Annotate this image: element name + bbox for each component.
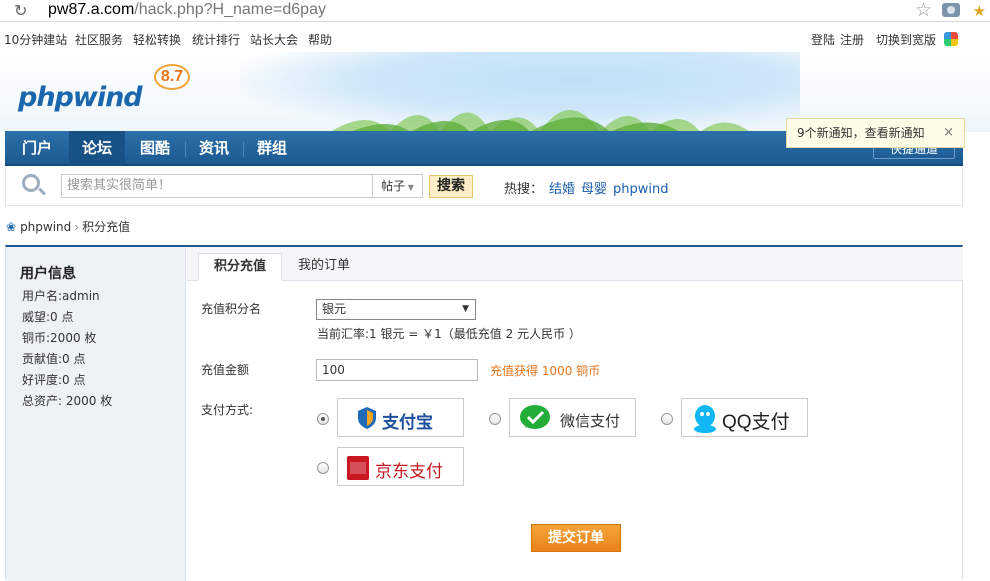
toplink-convert[interactable]: 轻松转换 — [133, 31, 181, 48]
sidebar-title: 用户信息 — [20, 266, 76, 282]
submit-order-button[interactable]: 提交订单 — [531, 524, 621, 552]
toplink-stats[interactable]: 统计排行 — [192, 31, 240, 48]
hot-search-label: 热搜： — [504, 182, 544, 197]
amount-input[interactable]: 100 — [316, 359, 478, 381]
search-input[interactable]: 搜索其实很简单！ — [61, 174, 373, 198]
reload-icon[interactable]: ↻ — [14, 1, 27, 20]
browser-address-bar: ↻ pw87.a.com/hack.php?H_name=d6pay ☆ ★ — [0, 0, 990, 22]
toplink-build-site[interactable]: 10分钟建站 — [4, 31, 67, 48]
user-info-sidebar: 用户信息 用户名:admin 威望:0 点 铜币:2000 枚 贡献值:0 点 … — [6, 247, 186, 581]
hot-search-link[interactable]: 结婚 — [549, 182, 575, 197]
exchange-rate-text: 当前汇率:1 银元 = ￥1（最低充值 2 元人民币 ） — [317, 327, 581, 341]
camera-icon[interactable] — [942, 3, 960, 17]
top-links-bar: 10分钟建站 社区服务 轻松转换 统计排行 站长大会 帮助 登陆 注册 切换到宽… — [0, 28, 990, 50]
user-info-row: 贡献值:0 点 — [22, 352, 86, 366]
close-icon[interactable]: × — [943, 119, 954, 147]
search-button[interactable]: 搜索 — [429, 175, 473, 198]
notice-count: 9个新通知， — [797, 126, 865, 140]
search-bar: 搜索其实很简单！ 帖子 ▼ 搜索 热搜： 结婚 母婴 phpwind — [5, 166, 963, 206]
wechat-pay-option[interactable]: 微信支付 — [509, 398, 636, 437]
feather-icon: ❀ — [6, 220, 17, 234]
jd-pay-option[interactable]: 京东支付 — [337, 447, 464, 486]
breadcrumb: ❀ phpwind › 积分充值 — [6, 218, 130, 235]
jd-pay-radio[interactable] — [317, 462, 329, 474]
wechat-pay-radio[interactable] — [489, 413, 501, 425]
breadcrumb-current: 积分充值 — [82, 220, 131, 234]
wechat-icon — [520, 405, 550, 429]
breadcrumb-arrow-icon: › — [74, 220, 80, 234]
alipay-radio[interactable] — [317, 413, 329, 425]
chevron-down-icon: ▼ — [405, 183, 414, 192]
payment-method-label: 支付方式: — [201, 403, 254, 417]
login-link[interactable]: 登陆 — [811, 31, 835, 48]
site-logo[interactable]: phpwind — [18, 82, 143, 113]
search-icon — [22, 174, 40, 192]
wide-mode-link[interactable]: 切换到宽版 — [876, 31, 936, 48]
jd-pay-icon — [347, 456, 369, 480]
alipay-shield-icon — [358, 407, 376, 429]
tab-bar: 积分充值 我的订单 — [187, 247, 963, 281]
qq-penguin-icon — [694, 405, 716, 433]
qq-pay-label: QQ支付 — [722, 412, 790, 433]
alipay-label: 支付宝 — [382, 413, 433, 433]
search-scope-value: 帖子 — [381, 179, 406, 193]
jd-pay-label: 京东支付 — [375, 462, 443, 482]
grass-decoration — [330, 110, 750, 132]
toplink-help[interactable]: 帮助 — [308, 31, 332, 48]
search-scope-select[interactable]: 帖子 ▼ — [373, 174, 423, 198]
extension-icon[interactable]: ★ — [973, 2, 986, 20]
url-host: pw87.a.com — [48, 1, 135, 18]
user-info-row: 总资产: 2000 枚 — [22, 394, 113, 408]
view-notices-link[interactable]: 查看新通知 — [865, 126, 925, 140]
credit-name-label: 充值积分名 — [201, 302, 262, 316]
url-field[interactable]: pw87.a.com/hack.php?H_name=d6pay — [48, 0, 326, 20]
tab-credit-recharge[interactable]: 积分充值 — [198, 253, 282, 281]
nav-pictures[interactable]: 图酷 — [126, 131, 184, 166]
bookmark-star-icon[interactable]: ☆ — [915, 0, 932, 21]
credit-name-select[interactable]: 银元 ▼ — [316, 299, 476, 320]
recharge-gain-text: 充值获得 1000 铜币 — [490, 364, 601, 378]
user-info-row: 好评度:0 点 — [22, 373, 86, 387]
hot-searches: 热搜： 结婚 母婴 phpwind — [504, 178, 669, 197]
logo-version-badge: 8.7 — [154, 64, 190, 90]
main-panel: 用户信息 用户名:admin 威望:0 点 铜币:2000 枚 贡献值:0 点 … — [5, 245, 963, 581]
url-path: /hack.php?H_name=d6pay — [134, 1, 326, 18]
chevron-down-icon: ▼ — [462, 304, 469, 314]
tab-my-orders[interactable]: 我的订单 — [284, 253, 364, 281]
amount-label: 充值金额 — [201, 363, 250, 377]
qq-pay-radio[interactable] — [661, 413, 673, 425]
alipay-option[interactable]: 支付宝 — [337, 398, 464, 437]
toplink-webmaster[interactable]: 站长大会 — [250, 31, 298, 48]
user-info-row: 铜币:2000 枚 — [22, 331, 97, 345]
user-info-row: 威望:0 点 — [22, 310, 74, 324]
toplink-community[interactable]: 社区服务 — [75, 31, 123, 48]
credit-name-value: 银元 — [322, 302, 347, 316]
nav-news[interactable]: 资讯 — [186, 131, 242, 166]
user-info-row: 用户名:admin — [22, 289, 100, 303]
nav-portal[interactable]: 门户 — [5, 131, 69, 166]
hot-search-link[interactable]: 母婴 — [581, 182, 607, 197]
wechat-pay-label: 微信支付 — [560, 412, 621, 430]
hot-search-link[interactable]: phpwind — [613, 182, 668, 197]
breadcrumb-home[interactable]: phpwind — [20, 220, 71, 234]
nav-groups[interactable]: 群组 — [244, 131, 300, 166]
notification-popup: 9个新通知，查看新通知 × — [786, 118, 965, 148]
wide-mode-icon[interactable] — [944, 32, 958, 46]
qq-pay-option[interactable]: QQ支付 — [681, 398, 808, 437]
nav-forum[interactable]: 论坛 — [69, 131, 125, 166]
register-link[interactable]: 注册 — [840, 31, 864, 48]
